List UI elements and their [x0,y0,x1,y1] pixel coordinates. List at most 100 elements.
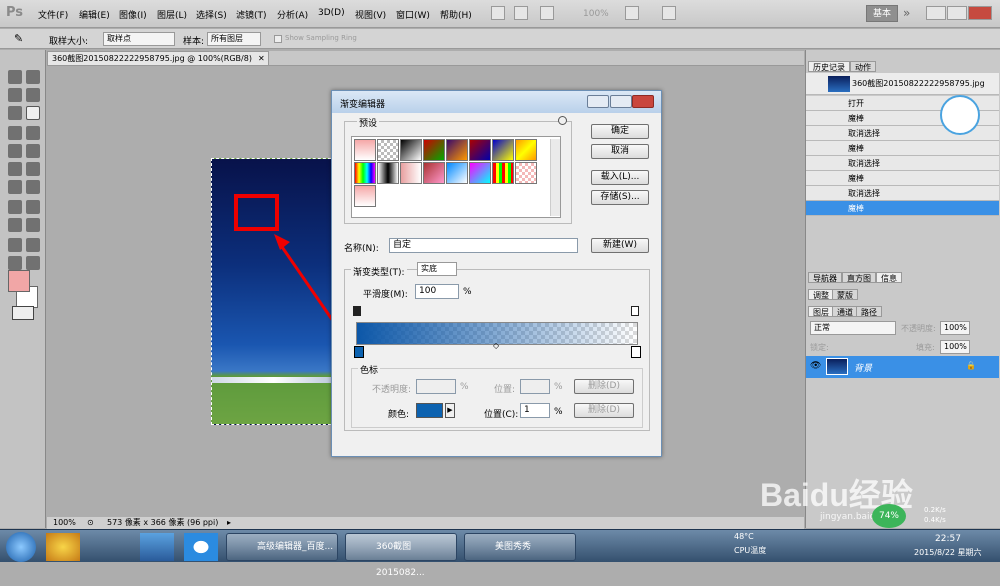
tab-history[interactable]: 历史记录 [808,61,850,72]
preset-swatch[interactable] [400,139,422,161]
tab-actions[interactable]: 动作 [850,61,876,72]
delete-color-stop-button[interactable]: 删除(D) [574,403,634,418]
taskbar-explorer-icon[interactable] [140,533,174,561]
preset-swatch[interactable] [377,162,399,184]
healing-icon[interactable] [8,126,22,140]
history-item[interactable]: 魔棒 [806,141,999,156]
swatches-scrollbar[interactable] [550,139,560,216]
stop-opacity-input[interactable] [416,379,456,394]
taskbar-media-icon[interactable] [184,533,218,561]
preset-swatch[interactable] [446,162,468,184]
crop-icon[interactable] [8,106,22,120]
blend-mode-select[interactable]: 正常 [810,321,896,335]
menu-help[interactable]: 帮助(H) [440,8,472,21]
tab-close-icon[interactable]: ✕ [258,52,265,65]
eyedropper-tool-icon[interactable] [26,106,40,120]
tab-histogram[interactable]: 直方图 [842,272,876,283]
preset-swatch[interactable] [446,139,468,161]
layer-row-background[interactable]: 👁 背景 🔒 [806,356,999,378]
cancel-button[interactable]: 取消 [591,144,649,159]
preset-swatch[interactable] [515,162,537,184]
preset-swatch[interactable] [354,139,376,161]
menu-file[interactable]: 文件(F) [38,8,68,21]
dialog-maximize-icon[interactable] [610,95,632,108]
smoothness-input[interactable]: 100 [415,284,459,299]
tab-navigator[interactable]: 导航器 [808,272,842,283]
preset-swatch[interactable] [354,162,376,184]
taskbar-browser[interactable]: 高级编辑器_百度... [226,533,338,561]
taskbar-bird-icon[interactable] [94,533,128,561]
stop-color-swatch[interactable] [416,403,443,418]
3d-rotate-icon[interactable] [8,238,22,252]
move-icon[interactable] [26,70,40,84]
visibility-eye-icon[interactable]: 👁 [810,361,821,371]
menu-filter[interactable]: 滤镜(T) [236,8,267,21]
preset-swatch[interactable] [354,185,376,207]
menu-select[interactable]: 选择(S) [196,8,227,21]
save-button[interactable]: 存储(S)... [591,190,649,205]
minimize-icon[interactable] [926,6,946,20]
stop-location-input-1[interactable] [520,379,550,394]
brush-icon[interactable] [26,126,40,140]
ok-button[interactable]: 确定 [591,124,649,139]
dodge-icon[interactable] [26,180,40,194]
layer-opacity-input[interactable]: 100% [940,321,970,335]
history-item[interactable]: 魔棒 [806,171,999,186]
zoom-icon[interactable] [26,256,40,270]
tab-info[interactable]: 信息 [876,272,902,283]
preset-swatch[interactable] [377,139,399,161]
color-stop-right-icon[interactable] [631,346,641,358]
arrange-icon[interactable] [625,6,639,20]
quick-mask-icon[interactable] [12,306,34,320]
eyedropper-icon[interactable]: ✎ [14,32,23,45]
new-button[interactable]: 新建(W) [591,238,649,253]
status-menu-icon[interactable]: ▸ [227,517,231,529]
marquee-icon[interactable] [8,70,22,84]
3d-camera-icon[interactable] [26,238,40,252]
taskbar-meitu[interactable]: 美图秀秀 [464,533,576,561]
taskbar-photoshop[interactable]: 360截图2015082... [345,533,457,578]
midpoint-icon[interactable]: ◇ [493,341,499,350]
menu-view[interactable]: 视图(V) [355,8,386,21]
path-select-icon[interactable] [8,218,22,232]
tab-adjustments[interactable]: 调整 [808,289,834,300]
preset-swatch[interactable] [469,139,491,161]
load-button[interactable]: 载入(L)... [591,170,649,185]
pen-icon[interactable] [8,200,22,214]
opacity-stop-right-icon[interactable] [631,306,639,316]
workspace-button[interactable]: 基本 [866,5,898,22]
gradient-type-select[interactable]: 实底 [417,262,457,276]
blur-icon[interactable] [8,180,22,194]
status-zoom[interactable]: 100% [53,517,76,529]
ring-checkbox[interactable] [274,35,282,43]
preset-swatch[interactable] [515,139,537,161]
opacity-stop-left-icon[interactable] [353,306,361,316]
stamp-icon[interactable] [8,144,22,158]
preset-swatch[interactable] [423,162,445,184]
stop-location-input-2[interactable]: 1 [520,403,550,418]
tab-layers[interactable]: 图层 [808,306,834,317]
stop-color-menu-icon[interactable]: ▶ [445,403,455,418]
screen-mode-icon[interactable] [662,6,676,20]
preset-swatch[interactable] [492,162,514,184]
menu-3d[interactable]: 3D(D) [318,8,345,18]
document-tab[interactable]: 360截图20150822222958795.jpg @ 100%(RGB/8)… [47,51,269,66]
dialog-titlebar[interactable]: 渐变编辑器 [332,91,661,113]
history-brush-icon[interactable] [26,144,40,158]
type-icon[interactable] [26,200,40,214]
status-info-icon[interactable]: ⊙ [87,517,94,529]
history-item[interactable]: 魔棒 [806,201,999,216]
taskbar-app-icon[interactable] [46,533,80,561]
clock-time[interactable]: 22:57 [935,534,961,544]
menu-layer[interactable]: 图层(L) [157,8,187,21]
dialog-minimize-icon[interactable] [587,95,609,108]
preset-swatch[interactable] [423,139,445,161]
start-button[interactable] [6,532,36,562]
color-stop-left-icon[interactable] [354,346,364,358]
eraser-icon[interactable] [8,162,22,176]
preset-swatch[interactable] [469,162,491,184]
menu-edit[interactable]: 编辑(E) [79,8,110,21]
restore-icon[interactable] [947,6,967,20]
menu-analysis[interactable]: 分析(A) [277,8,308,21]
foreground-color-swatch[interactable] [8,270,30,292]
